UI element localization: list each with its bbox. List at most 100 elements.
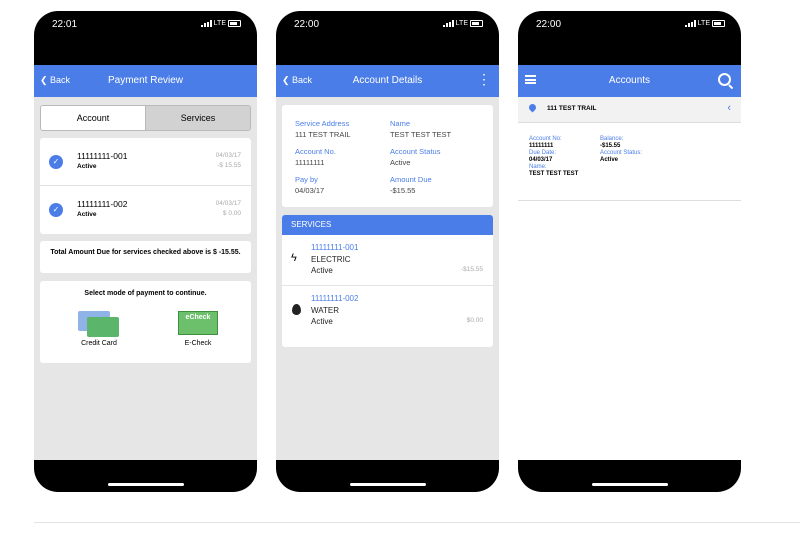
services-header: SERVICES <box>282 215 493 235</box>
home-indicator[interactable] <box>108 483 184 486</box>
due-date-value: 04/03/17 <box>529 157 553 163</box>
service-row[interactable]: ϟ 11111111-001 ELECTRIC Active -$15.55 <box>282 235 493 286</box>
account-summary[interactable]: Account No: 11111111 Due Date: 04/03/17 … <box>518 123 741 201</box>
screen: ❮ Back Payment Review Account Services ✓… <box>34 65 257 460</box>
detail-label: Amount Due <box>390 175 432 184</box>
phone-account-details: 22:00 LTE ❮ Back Account Details ⋮ Servi… <box>276 11 499 492</box>
detail-value: 11111111 <box>295 158 325 167</box>
home-indicator[interactable] <box>592 483 668 486</box>
divider <box>34 522 800 523</box>
tab-services[interactable]: Services <box>145 106 250 130</box>
account-no-label: Account No: <box>529 136 562 142</box>
phone-accounts: 22:00 LTE Accounts 111 TEST TRAIL ‹ Acco… <box>518 11 741 492</box>
network-label: LTE <box>213 20 226 27</box>
total-text: Total Amount Due for services checked ab… <box>50 249 241 256</box>
detail-value: 111 TEST TRAIL <box>295 130 351 139</box>
account-no-value: 11111111 <box>529 143 554 149</box>
service-amount: $0.00 <box>466 317 483 324</box>
account-number: 11111111-002 <box>77 199 128 209</box>
status-time: 22:00 <box>536 19 562 30</box>
network-label: LTE <box>455 20 468 27</box>
location-row[interactable]: 111 TEST TRAIL ‹ <box>518 97 741 123</box>
battery-icon <box>228 20 241 27</box>
status-bar: 22:01 LTE <box>34 11 257 65</box>
location-name: 111 TEST TRAIL <box>547 105 597 112</box>
lightning-icon: ϟ <box>291 252 297 264</box>
status-bar: 22:00 LTE <box>518 11 741 65</box>
balance-value: -$15.55 <box>600 143 621 149</box>
echeck-icon: eCheck <box>178 311 218 335</box>
credit-card-icon <box>78 311 120 337</box>
battery-icon <box>470 20 483 27</box>
tab-account[interactable]: Account <box>41 106 145 130</box>
chevron-left-icon[interactable]: ‹ <box>727 102 731 114</box>
service-type: ELECTRIC <box>311 255 351 264</box>
name-label: Name: <box>529 164 547 170</box>
account-details-card: Service Address 111 TEST TRAIL Name TEST… <box>282 105 493 207</box>
search-icon[interactable] <box>718 73 734 90</box>
battery-icon <box>712 20 725 27</box>
service-row[interactable]: 11111111-002 WATER Active $0.00 <box>282 286 493 336</box>
list-item[interactable]: ✓ 11111111-002 Active 04/03/17 $ 0.00 <box>40 186 251 234</box>
detail-label: Pay by <box>295 175 318 184</box>
account-number: 11111111-001 <box>77 151 128 161</box>
water-drop-icon <box>292 304 301 315</box>
detail-label: Service Address <box>295 119 350 128</box>
service-type: WATER <box>311 306 339 315</box>
phone-payment-review: 22:01 LTE ❮ Back Payment Review Account … <box>34 11 257 492</box>
check-icon[interactable]: ✓ <box>49 155 63 169</box>
status-time: 22:01 <box>52 19 78 30</box>
location-pin-icon <box>527 102 538 113</box>
account-amount: -$ 15.55 <box>217 162 241 169</box>
screen: Accounts 111 TEST TRAIL ‹ Account No: 11… <box>518 65 741 460</box>
network-label: LTE <box>697 20 710 27</box>
detail-label: Account No. <box>295 147 336 156</box>
page-title: Payment Review <box>107 75 184 86</box>
home-indicator[interactable] <box>350 483 426 486</box>
screen: ❮ Back Account Details ⋮ Service Address… <box>276 65 499 460</box>
account-status-value: Active <box>600 157 619 163</box>
signal-icon <box>684 20 696 27</box>
payment-prompt: Select mode of payment to continue. <box>84 290 207 297</box>
detail-label: Name <box>390 119 411 128</box>
account-status-label: Account Status: <box>600 150 643 156</box>
nav-bar: Accounts <box>518 65 741 97</box>
detail-value: Active <box>390 158 411 167</box>
balance-label: Balance: <box>600 136 624 142</box>
detail-label: Account Status <box>390 147 441 156</box>
credit-card-label: Credit Card <box>81 340 117 347</box>
nav-bar: ❮ Back Account Details ⋮ <box>276 65 499 97</box>
service-number: 11111111-001 <box>311 243 359 252</box>
service-status: Active <box>311 266 333 275</box>
detail-value: TEST TEST TEST <box>390 130 452 139</box>
due-date-label: Due Date: <box>529 150 557 156</box>
list-item[interactable]: ✓ 11111111-001 Active 04/03/17 -$ 15.55 <box>40 138 251 186</box>
echeck-option[interactable]: eCheck E-Check <box>165 311 231 347</box>
detail-value: -$15.55 <box>390 186 416 195</box>
status-bar: 22:00 LTE <box>276 11 499 65</box>
service-status: Active <box>311 317 333 326</box>
signal-icon <box>442 20 454 27</box>
page-title: Account Details <box>352 75 423 86</box>
page-title: Accounts <box>608 75 651 86</box>
services-card: SERVICES ϟ 11111111-001 ELECTRIC Active … <box>282 215 493 347</box>
signal-icon <box>200 20 212 27</box>
accounts-list: ✓ 11111111-001 Active 04/03/17 -$ 15.55 … <box>40 138 251 234</box>
credit-card-option[interactable]: Credit Card <box>66 311 132 347</box>
detail-value: 04/03/17 <box>295 186 325 195</box>
service-number: 11111111-002 <box>311 294 359 303</box>
segmented-control: Account Services <box>40 105 251 131</box>
total-card: Total Amount Due for services checked ab… <box>40 241 251 273</box>
account-amount: $ 0.00 <box>222 210 241 217</box>
service-amount: -$15.55 <box>460 266 483 273</box>
account-date: 04/03/17 <box>215 152 241 159</box>
account-date: 04/03/17 <box>215 200 241 207</box>
account-status: Active <box>77 211 97 218</box>
name-value: TEST TEST TEST <box>529 171 579 177</box>
account-status: Active <box>77 163 97 170</box>
payment-card: Select mode of payment to continue. Cred… <box>40 281 251 363</box>
more-vertical-icon[interactable]: ⋮ <box>477 71 491 88</box>
nav-bar: ❮ Back Payment Review <box>34 65 257 97</box>
echeck-label: E-Check <box>184 340 212 347</box>
check-icon[interactable]: ✓ <box>49 203 63 217</box>
